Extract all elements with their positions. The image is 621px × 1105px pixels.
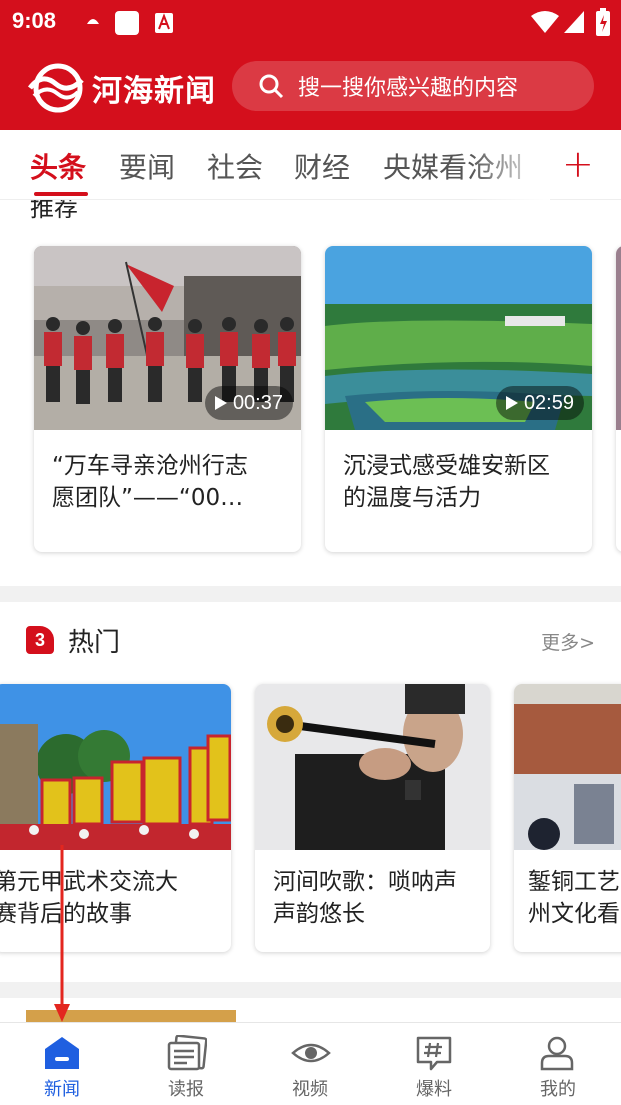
section-divider	[0, 586, 621, 602]
card-caption-line: 的温度与活力	[343, 485, 481, 511]
app-name: 河海新闻	[92, 74, 216, 109]
card-caption-line: 赛背后的故事	[0, 901, 132, 927]
play-icon	[505, 396, 518, 410]
app-square-icon	[115, 11, 139, 35]
notification-dot-icon	[87, 19, 99, 24]
user-icon	[540, 1036, 574, 1071]
bottom-navigation: 新闻 读报 视频 爆料 我的	[0, 1022, 621, 1105]
video-card-partial[interactable]	[616, 246, 621, 552]
category-tabs: 头条 要闻 社会 财经 央媒看沧州 +	[0, 130, 621, 200]
app-logo[interactable]: 河海新闻	[26, 62, 216, 114]
status-bar: 9:08	[0, 0, 621, 44]
news-thumbnail	[26, 1010, 236, 1022]
duration-text: 00:37	[232, 391, 283, 414]
newspaper-icon	[167, 1035, 207, 1071]
signal-icon	[564, 11, 584, 33]
news-thumbnail	[0, 684, 231, 850]
tab-society[interactable]: 社会	[207, 146, 263, 186]
recommend-title: 推荐	[30, 200, 78, 222]
play-icon	[214, 396, 227, 410]
nav-label: 我的	[540, 1079, 576, 1100]
more-link[interactable]: 更多>	[541, 628, 595, 655]
card-caption-line: 錾铜工艺	[528, 869, 620, 895]
next-news-item-peek[interactable]	[0, 998, 621, 1022]
nav-news[interactable]: 新闻	[0, 1023, 124, 1105]
duration-text: 02:59	[523, 391, 574, 414]
card-caption-line: 沉浸式感受雄安新区	[343, 453, 550, 479]
video-duration-badge: 00:37	[204, 386, 293, 420]
nav-profile[interactable]: 我的	[496, 1023, 620, 1105]
nav-label: 爆料	[416, 1079, 452, 1100]
card-caption-line: “万车寻亲沧州行志	[52, 453, 248, 479]
tab-important-news[interactable]: 要闻	[119, 146, 175, 186]
search-icon	[259, 74, 284, 99]
section-divider	[0, 982, 621, 998]
logo-wave-icon	[28, 63, 84, 113]
eye-icon	[291, 1043, 331, 1063]
search-box[interactable]: 搜一搜你感兴趣的内容	[232, 61, 594, 111]
news-home-icon	[45, 1037, 79, 1069]
hot-section: 3 热门 更多> 第元甲武术交流大 赛背后的故事 河间吹歌：唢呐声 声韵悠长 錾…	[0, 602, 621, 982]
tab-finance[interactable]: 财经	[294, 146, 350, 186]
card-caption-line: 愿团队”——“00…	[52, 485, 244, 511]
add-tab-button[interactable]: +	[562, 142, 594, 186]
card-caption-line: 声韵悠长	[273, 901, 365, 927]
battery-icon	[596, 8, 610, 36]
app-header: 河海新闻 搜一搜你感兴趣的内容	[0, 44, 621, 130]
nav-report[interactable]: 爆料	[372, 1023, 496, 1105]
tab-headline[interactable]: 头条	[30, 146, 86, 186]
news-thumbnail	[255, 684, 490, 850]
status-time: 9:08	[12, 8, 57, 33]
news-thumbnail	[514, 684, 621, 850]
hot-title: 热门	[68, 628, 121, 658]
news-card-partial[interactable]: 錾铜工艺 州文化看	[514, 684, 621, 952]
search-placeholder: 搜一搜你感兴趣的内容	[298, 76, 519, 101]
video-duration-badge: 02:59	[495, 386, 584, 420]
nav-label: 新闻	[44, 1079, 80, 1100]
hashtag-chat-icon	[416, 1036, 452, 1071]
nav-newspaper[interactable]: 读报	[124, 1023, 248, 1105]
card-caption-line: 河间吹歌：唢呐声	[273, 869, 457, 895]
video-card[interactable]: 02:59 沉浸式感受雄安新区 的温度与活力	[325, 246, 592, 552]
wifi-icon	[531, 11, 559, 33]
card-caption-line: 州文化看	[528, 901, 620, 927]
video-thumbnail	[616, 246, 621, 430]
tab-fade-overlay	[470, 130, 550, 200]
active-tab-indicator	[34, 192, 88, 196]
hot-badge-icon: 3	[26, 626, 54, 654]
card-caption-line: 第元甲武术交流大	[0, 869, 178, 895]
news-card[interactable]: 第元甲武术交流大 赛背后的故事	[0, 684, 231, 952]
news-card[interactable]: 河间吹歌：唢呐声 声韵悠长	[255, 684, 490, 952]
nav-label: 读报	[168, 1079, 204, 1100]
nav-label: 视频	[292, 1079, 328, 1100]
video-card[interactable]: 00:37 “万车寻亲沧州行志 愿团队”——“00…	[34, 246, 301, 552]
recommend-section: 推荐 00:37 “万车寻亲沧州行志 愿团队”——“00… 02:59 沉浸式感…	[0, 200, 621, 585]
keyboard-a-icon	[155, 13, 173, 33]
nav-video[interactable]: 视频	[248, 1023, 372, 1105]
